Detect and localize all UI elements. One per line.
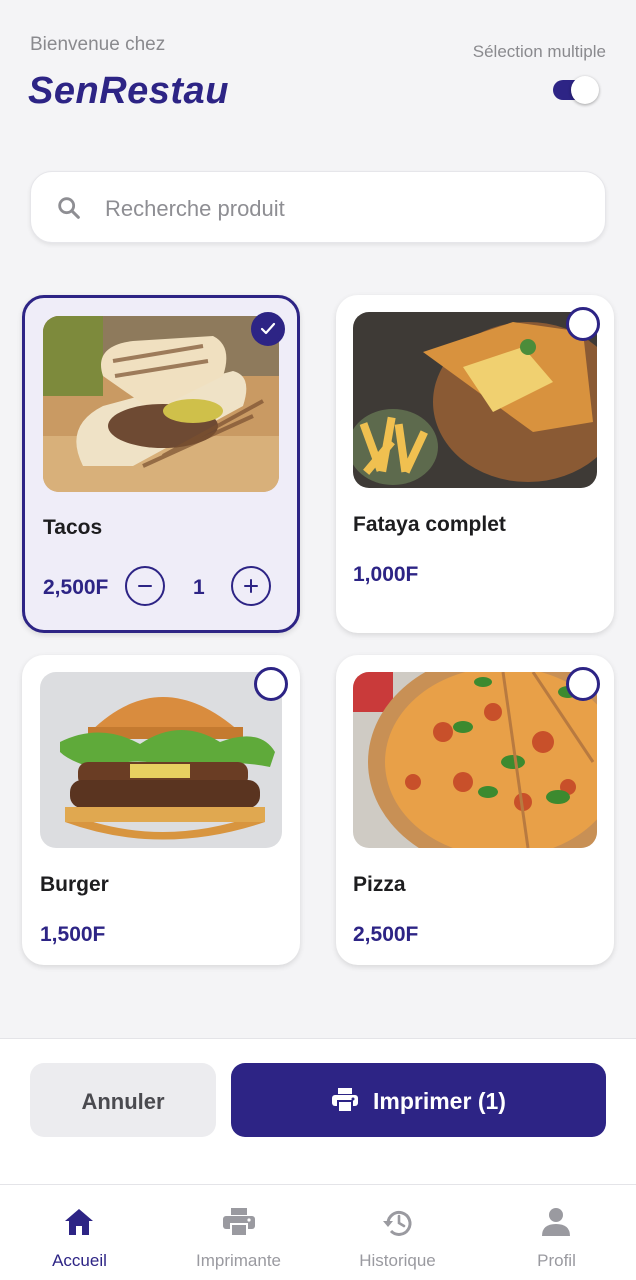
product-name: Burger — [40, 873, 109, 896]
nav-label: Imprimante — [195, 1251, 282, 1270]
fataya-image — [353, 312, 597, 488]
history-icon — [383, 1210, 412, 1236]
home-icon — [65, 1209, 93, 1235]
plus-icon — [244, 579, 258, 593]
multi-select-toggle[interactable] — [553, 76, 601, 104]
product-card-burger[interactable]: Burger 1,500F — [22, 655, 300, 965]
tacos-image — [43, 316, 279, 492]
product-name: Fataya complet — [353, 513, 506, 536]
print-button-label: Imprimer (1) — [373, 1088, 506, 1114]
decrease-quantity-button[interactable] — [125, 566, 165, 606]
select-check-pizza[interactable] — [566, 667, 600, 701]
pizza-image — [353, 672, 597, 848]
nav-label: Profil — [537, 1251, 576, 1270]
check-icon — [260, 322, 276, 335]
product-name: Pizza — [353, 873, 406, 896]
welcome-text: Bienvenue chez — [30, 34, 166, 55]
product-price: 2,500F — [43, 576, 109, 599]
product-name: Tacos — [43, 516, 103, 539]
product-price: 2,500F — [353, 923, 419, 946]
minus-icon — [138, 585, 152, 587]
bottom-navigation: Accueil Imprimante Historique Profil — [0, 1184, 636, 1280]
select-check-fataya[interactable] — [566, 307, 600, 341]
product-card-tacos[interactable]: Tacos 2,500F 1 — [22, 295, 300, 633]
increase-quantity-button[interactable] — [231, 566, 271, 606]
toggle-knob — [571, 76, 599, 104]
profile-icon — [542, 1208, 570, 1236]
search-bar[interactable]: Recherche produit — [30, 171, 606, 243]
cancel-button[interactable]: Annuler — [30, 1063, 216, 1137]
product-price: 1,000F — [353, 563, 419, 586]
nav-item-profil[interactable]: Profil — [477, 1185, 636, 1280]
print-button[interactable]: Imprimer (1) — [231, 1063, 606, 1137]
header: Bienvenue chez SenRestau Sélection multi… — [0, 0, 636, 150]
select-check-tacos[interactable] — [251, 312, 285, 346]
printer-icon — [332, 1088, 358, 1113]
nav-label: Accueil — [52, 1251, 107, 1270]
product-card-fataya[interactable]: Fataya complet 1,000F — [336, 295, 614, 633]
nav-item-historique[interactable]: Historique — [318, 1185, 477, 1280]
select-check-burger[interactable] — [254, 667, 288, 701]
brand-title: SenRestau — [28, 70, 229, 112]
search-input[interactable]: Recherche produit — [105, 196, 285, 222]
product-price: 1,500F — [40, 923, 106, 946]
nav-item-accueil[interactable]: Accueil — [0, 1185, 159, 1280]
nav-item-imprimante[interactable]: Imprimante — [159, 1185, 318, 1280]
product-card-pizza[interactable]: Pizza 2,500F — [336, 655, 614, 965]
search-icon — [58, 197, 80, 219]
printer-icon — [223, 1208, 255, 1237]
cancel-button-label: Annuler — [81, 1089, 165, 1114]
multi-select-label: Sélection multiple — [472, 42, 606, 61]
action-bar: Annuler Imprimer (1) — [0, 1038, 636, 1184]
burger-image — [40, 672, 282, 848]
nav-label: Historique — [359, 1251, 436, 1270]
quantity-value: 1 — [193, 576, 205, 599]
